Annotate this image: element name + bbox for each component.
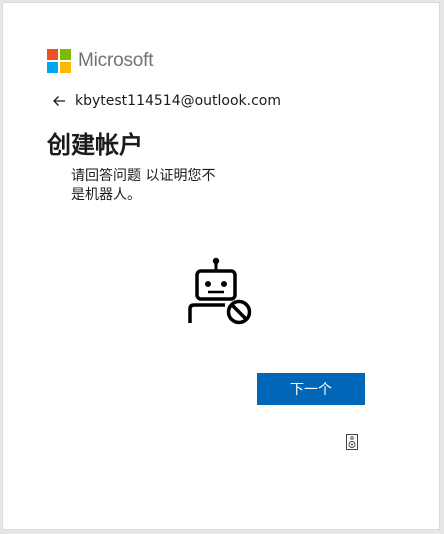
arrow-left-icon[interactable] xyxy=(51,93,67,109)
next-button[interactable]: 下一个 xyxy=(257,373,365,405)
microsoft-logo-icon xyxy=(47,49,71,73)
brand-name: Microsoft xyxy=(78,50,154,71)
speaker-icon[interactable] xyxy=(346,434,358,450)
signup-card: Microsoft kbytest114514@outlook.com 创建帐户… xyxy=(2,2,440,530)
identity-banner[interactable]: kbytest114514@outlook.com xyxy=(51,93,281,109)
page-description: 请回答问题 以证明您不是机器人。 xyxy=(71,168,216,203)
robot-blocked-icon xyxy=(188,257,252,325)
page-title: 创建帐户 xyxy=(47,131,143,159)
microsoft-logo: Microsoft xyxy=(47,49,153,73)
account-email: kbytest114514@outlook.com xyxy=(75,93,282,109)
